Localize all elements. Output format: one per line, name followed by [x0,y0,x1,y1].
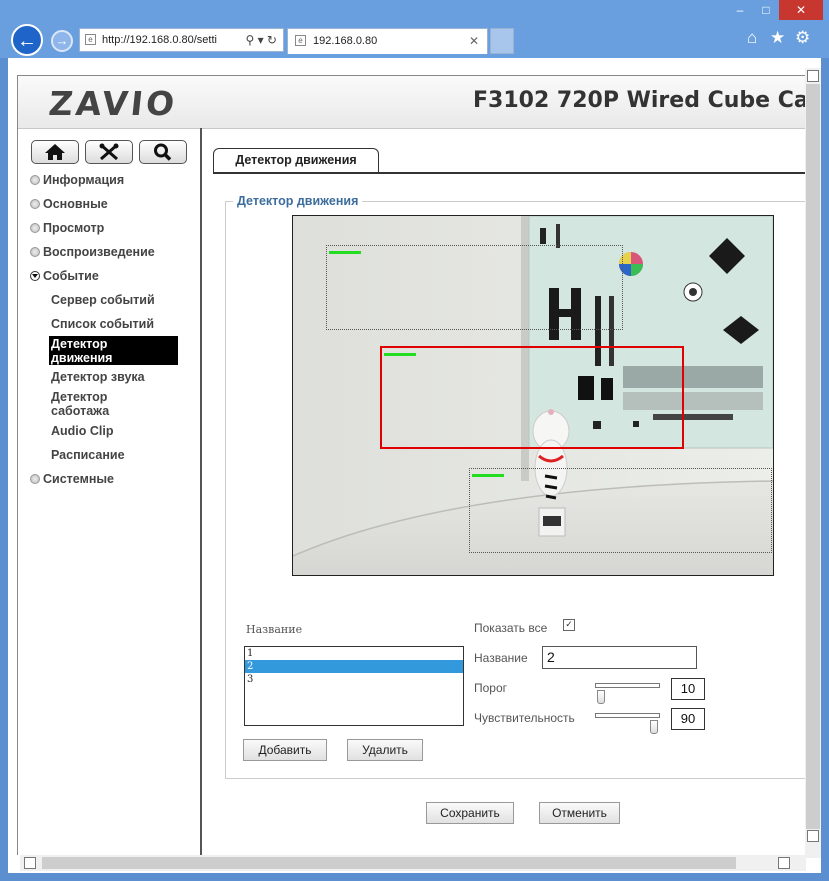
zavio-logo: ZAVIO [46,84,180,123]
motion-window-1[interactable] [326,245,623,330]
menu-item-label: Основные [43,197,108,211]
submenu-event-server[interactable]: Сервер событий [51,293,155,307]
scroll-up-arrow-icon[interactable] [807,70,819,82]
menu-item-label: Системные [43,472,114,486]
sensitivity-slider-handle[interactable] [650,720,658,734]
name-label: Название [474,651,528,665]
scroll-right-arrow-icon[interactable] [778,857,790,869]
motion-window-2-active[interactable] [380,346,684,449]
menu-item-label: Воспроизведение [43,245,155,259]
browser-tab[interactable]: e 192.168.0.80 ✕ [287,28,488,54]
address-bar[interactable]: e http://192.168.0.80/setti ⚲ ▾ ↻ [79,28,284,52]
sensitivity-label: Чувствительность [474,711,575,725]
tab-title: 192.168.0.80 [313,35,378,47]
list-item[interactable]: 3 [245,673,463,686]
motion-level-bar [472,474,504,477]
search-icon [154,143,172,161]
close-window-button[interactable]: ✕ [779,0,823,20]
tab-close-icon[interactable]: ✕ [469,29,479,53]
camera-preview[interactable] [292,215,774,576]
minimize-button[interactable]: – [727,0,753,20]
list-item[interactable]: 1 [245,647,463,660]
tab-page-icon: e [295,35,306,46]
horizontal-scroll-thumb[interactable] [42,857,736,869]
show-all-checkbox[interactable]: ✓ [563,619,575,631]
menu-item-label: Событие [43,269,99,283]
back-button[interactable]: ← [11,24,43,56]
motion-window-3[interactable] [469,468,772,553]
address-actions-icon[interactable]: ⚲ ▾ ↻ [245,29,277,51]
vertical-scroll-thumb[interactable] [806,84,820,829]
scroll-left-arrow-icon[interactable] [24,857,36,869]
submenu-audio-clip[interactable]: Audio Clip [51,424,114,438]
checkmark-icon: ✓ [565,619,573,629]
camera-model-title: F3102 720P Wired Cube Camera [473,88,805,113]
submenu-motion-detection[interactable]: Детектор движения [51,337,161,365]
tab-underline [213,172,805,174]
menu-item-label: Информация [43,173,125,187]
add-button[interactable]: Добавить [243,739,327,761]
menu-item-info[interactable]: Информация [30,173,124,187]
list-item-selected[interactable]: 2 [245,660,463,673]
collapsed-bullet-icon [30,247,40,257]
collapsed-bullet-icon [30,199,40,209]
sensitivity-slider-track[interactable] [595,713,660,718]
sidebar-divider [200,128,202,855]
menu-item-view[interactable]: Просмотр [30,221,104,235]
collapsed-bullet-icon [30,175,40,185]
url-text: http://192.168.0.80/setti [102,34,217,46]
threshold-slider-handle[interactable] [597,690,605,704]
window-listbox[interactable]: 1 2 3 [244,646,464,726]
browser-home-icon[interactable]: ⌂ [747,28,757,48]
submenu-schedule[interactable]: Расписание [51,448,125,462]
threshold-label: Порог [474,681,508,695]
delete-button[interactable]: Удалить [347,739,423,761]
favorites-star-icon[interactable]: ★ [770,28,785,48]
motion-level-bar [329,251,361,254]
menu-item-system[interactable]: Системные [30,472,114,486]
collapsed-bullet-icon [30,223,40,233]
vertical-scrollbar[interactable] [805,68,821,858]
expanded-bullet-icon [30,271,40,281]
new-tab-button[interactable] [490,28,514,54]
threshold-value[interactable]: 10 [671,678,705,700]
motion-level-bar [384,353,416,356]
home-button[interactable] [31,140,79,164]
browser-gear-icon[interactable]: ⚙ [795,28,810,48]
submenu-event-list[interactable]: Список событий [51,317,154,331]
submenu-audio-detection[interactable]: Детектор звука [51,370,145,384]
name-input[interactable]: 2 [542,646,697,669]
forward-button[interactable]: → [51,30,73,52]
settings-button[interactable] [85,140,133,164]
scroll-down-arrow-icon[interactable] [807,830,819,842]
collapsed-bullet-icon [30,474,40,484]
menu-item-label: Просмотр [43,221,105,235]
tab-motion-detection[interactable]: Детектор движения [213,148,379,172]
show-all-label: Показать все [474,621,548,635]
threshold-slider-track[interactable] [595,683,660,688]
section-legend: Детектор движения [233,194,363,208]
search-button[interactable] [139,140,187,164]
tools-icon [99,143,119,161]
window-list-label: Название [246,623,303,636]
maximize-button[interactable]: □ [753,0,779,20]
menu-item-event[interactable]: Событие [30,269,99,283]
menu-item-basic[interactable]: Основные [30,197,108,211]
save-button[interactable]: Сохранить [426,802,514,824]
sensitivity-value[interactable]: 90 [671,708,705,730]
menu-item-playback[interactable]: Воспроизведение [30,245,155,259]
horizontal-scrollbar[interactable] [20,855,806,871]
cancel-button[interactable]: Отменить [539,802,620,824]
home-icon [45,144,65,160]
page-icon: e [85,34,96,45]
submenu-tamper-detection[interactable]: Детектор саботажа [51,390,141,418]
